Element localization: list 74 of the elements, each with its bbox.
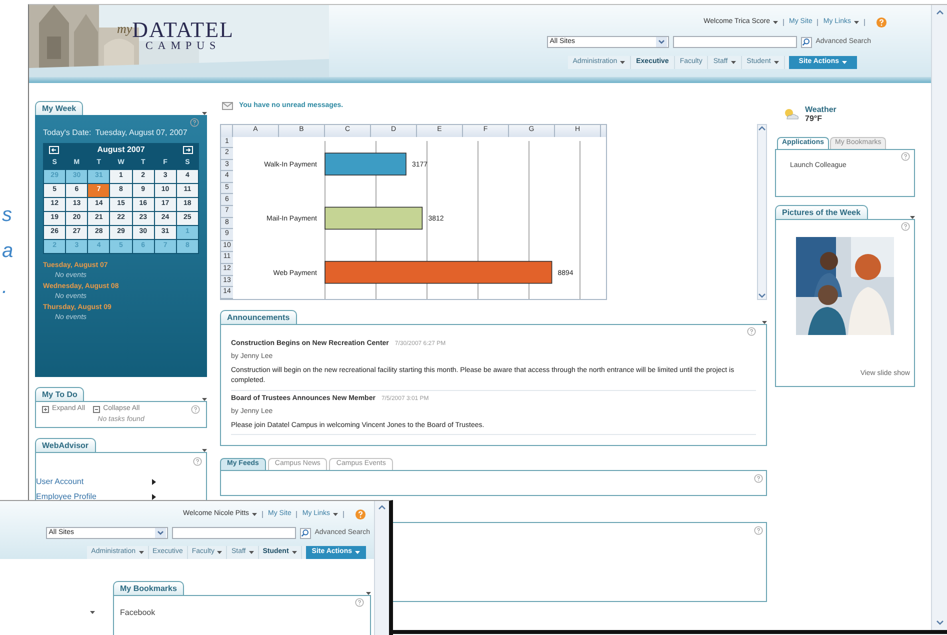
search-button[interactable] <box>800 36 812 48</box>
help-icon[interactable] <box>747 326 756 336</box>
chevron-down-icon[interactable] <box>936 620 944 626</box>
menu-icon[interactable] <box>202 449 207 452</box>
logo-title: DATATEL <box>132 19 234 41</box>
caret-icon <box>620 60 626 64</box>
scrollbar[interactable] <box>374 501 389 635</box>
caret-icon <box>355 550 360 554</box>
caret-icon <box>248 550 254 554</box>
chevron-down-icon <box>656 37 667 47</box>
background-text: . <box>2 275 9 300</box>
date-label: Today's Date: <box>43 127 92 139</box>
caret-icon <box>842 60 847 64</box>
caret-icon <box>333 513 338 516</box>
chevron-up-icon[interactable] <box>936 9 944 15</box>
caret-icon <box>730 60 736 64</box>
date-value: Tuesday, August 07, 2007 <box>95 127 188 139</box>
plus-box-icon[interactable] <box>42 406 49 413</box>
menu-icon[interactable] <box>762 320 767 324</box>
weather-icon <box>783 107 799 121</box>
scrollbar[interactable] <box>757 124 767 300</box>
caret-icon <box>854 21 859 24</box>
bookmark-link[interactable]: Facebook <box>120 607 364 619</box>
panel-title: Pictures of the Week <box>775 204 868 218</box>
menu-icon[interactable] <box>910 216 915 218</box>
menu-icon[interactable] <box>202 398 207 401</box>
background-text: s <box>2 203 13 228</box>
panel-title: My Week <box>35 101 84 115</box>
panel-title: Announcements <box>220 310 297 324</box>
envelope-icon <box>222 102 233 110</box>
logo-subtitle: CAMPUS <box>145 41 221 52</box>
arrow-right-icon[interactable] <box>182 146 193 154</box>
search-icon <box>301 529 310 537</box>
caret-icon <box>252 513 258 516</box>
caret-icon <box>292 550 297 554</box>
help-icon[interactable] <box>754 474 763 483</box>
caret-icon <box>217 550 222 554</box>
menu-icon[interactable] <box>366 592 371 595</box>
chevron-down-icon[interactable] <box>758 292 766 299</box>
search-button[interactable] <box>300 528 311 538</box>
search-field[interactable] <box>672 36 797 48</box>
search-field[interactable] <box>172 527 296 539</box>
triangle-right-icon <box>152 494 156 500</box>
help-icon[interactable] <box>191 404 200 414</box>
webadvisor-link[interactable]: User Account <box>36 476 84 488</box>
minus-box-icon[interactable] <box>93 406 100 413</box>
caret-icon <box>774 60 779 64</box>
help-icon[interactable] <box>901 152 910 160</box>
help-icon[interactable] <box>355 598 364 607</box>
chevron-up-icon[interactable] <box>758 124 766 130</box>
webadvisor-link[interactable]: Employee Profile <box>36 491 96 503</box>
help-icon[interactable] <box>876 17 887 28</box>
chevron-down-icon <box>154 528 166 538</box>
weather-label: Weather <box>805 105 836 114</box>
panel-title: WebAdvisor <box>35 438 96 452</box>
menu-icon[interactable] <box>90 611 95 614</box>
background-text: a <box>2 239 14 264</box>
triangle-right-icon <box>152 479 156 485</box>
chevron-up-icon[interactable] <box>378 504 386 510</box>
panel-title: My To Do <box>35 387 84 401</box>
month-title: August 2007 <box>97 144 145 156</box>
scrollbar[interactable] <box>931 5 947 630</box>
temperature: 79°F <box>805 114 823 123</box>
caret-icon <box>773 21 778 24</box>
arrow-left-icon[interactable] <box>49 146 59 154</box>
help-icon[interactable] <box>901 222 910 230</box>
caret-icon <box>138 550 144 554</box>
logo-prefix: my <box>117 20 132 38</box>
help-icon[interactable] <box>190 118 199 127</box>
help-icon[interactable] <box>754 526 763 535</box>
search-icon <box>802 38 810 46</box>
help-icon[interactable] <box>193 457 202 466</box>
panel-title: My Bookmarks <box>113 581 184 595</box>
help-icon[interactable] <box>355 509 366 520</box>
